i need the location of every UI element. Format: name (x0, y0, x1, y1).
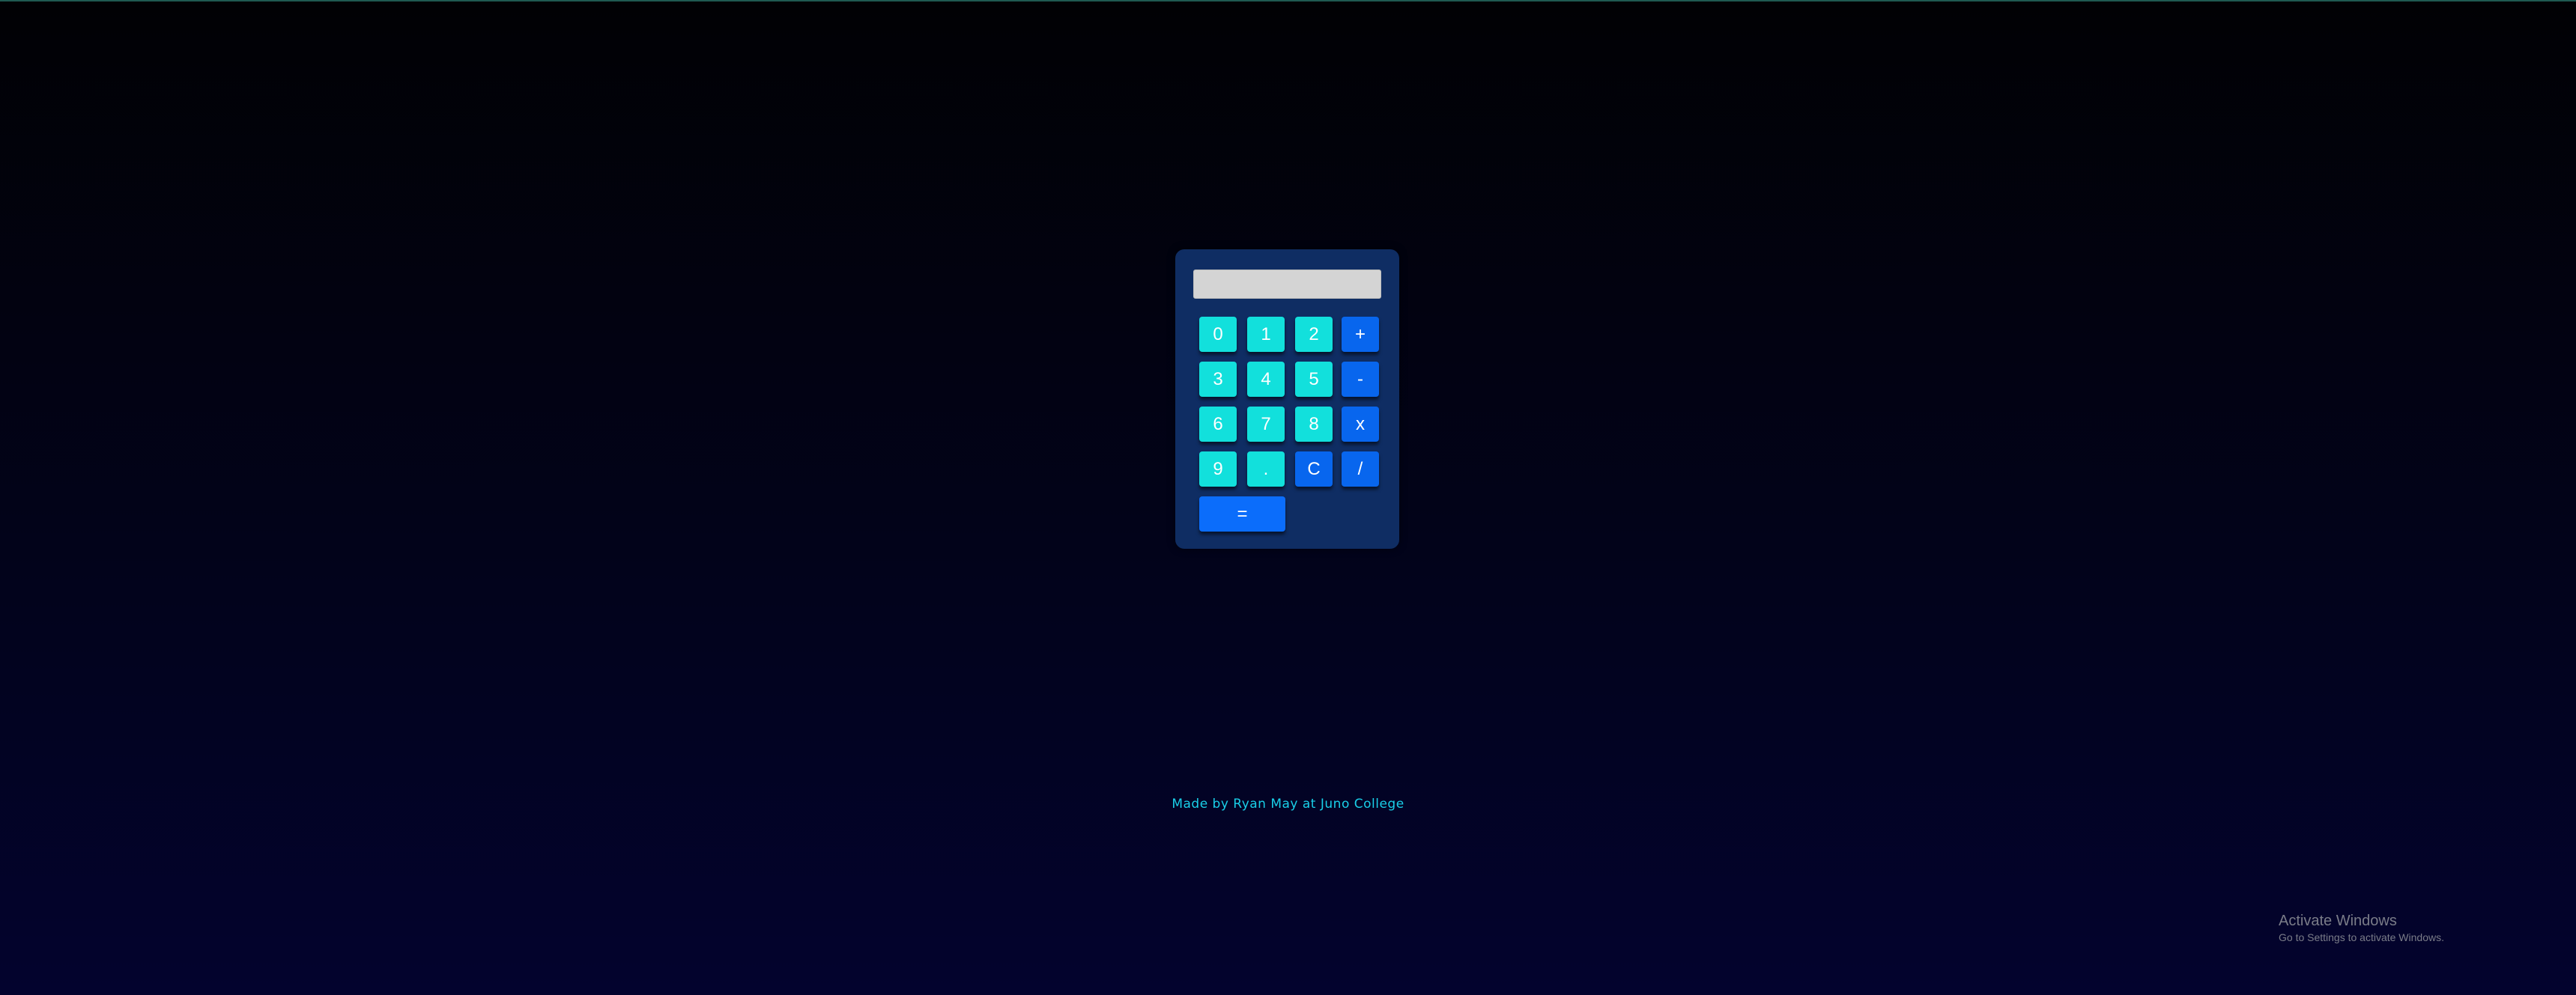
key-3-button[interactable]: 3 (1199, 362, 1237, 397)
calculator: 0 1 2 + 3 4 5 - 6 7 8 x 9 . C / = (1175, 249, 1399, 549)
key-9-button[interactable]: 9 (1199, 451, 1237, 487)
key-6-button[interactable]: 6 (1199, 407, 1237, 442)
key-7-button[interactable]: 7 (1247, 407, 1285, 442)
key-4-button[interactable]: 4 (1247, 362, 1285, 397)
key-2-button[interactable]: 2 (1295, 317, 1333, 352)
key-5-button[interactable]: 5 (1295, 362, 1333, 397)
equals-button[interactable]: = (1199, 496, 1285, 532)
footer-credit: Made by Ryan May at Juno College (1172, 797, 1404, 812)
decimal-button[interactable]: . (1247, 451, 1285, 487)
calculator-display[interactable] (1193, 270, 1381, 299)
watermark-title: Activate Windows (2279, 913, 2397, 929)
subtract-button[interactable]: - (1342, 362, 1379, 397)
add-button[interactable]: + (1342, 317, 1379, 352)
top-border-line (0, 0, 2576, 1)
watermark-subtitle: Go to Settings to activate Windows. (2279, 931, 2444, 943)
windows-activation-watermark: Activate Windows Go to Settings to activ… (2279, 912, 2444, 945)
multiply-button[interactable]: x (1342, 407, 1379, 442)
key-0-button[interactable]: 0 (1199, 317, 1237, 352)
divide-button[interactable]: / (1342, 451, 1379, 487)
key-8-button[interactable]: 8 (1295, 407, 1333, 442)
key-1-button[interactable]: 1 (1247, 317, 1285, 352)
clear-button[interactable]: C (1295, 451, 1333, 487)
